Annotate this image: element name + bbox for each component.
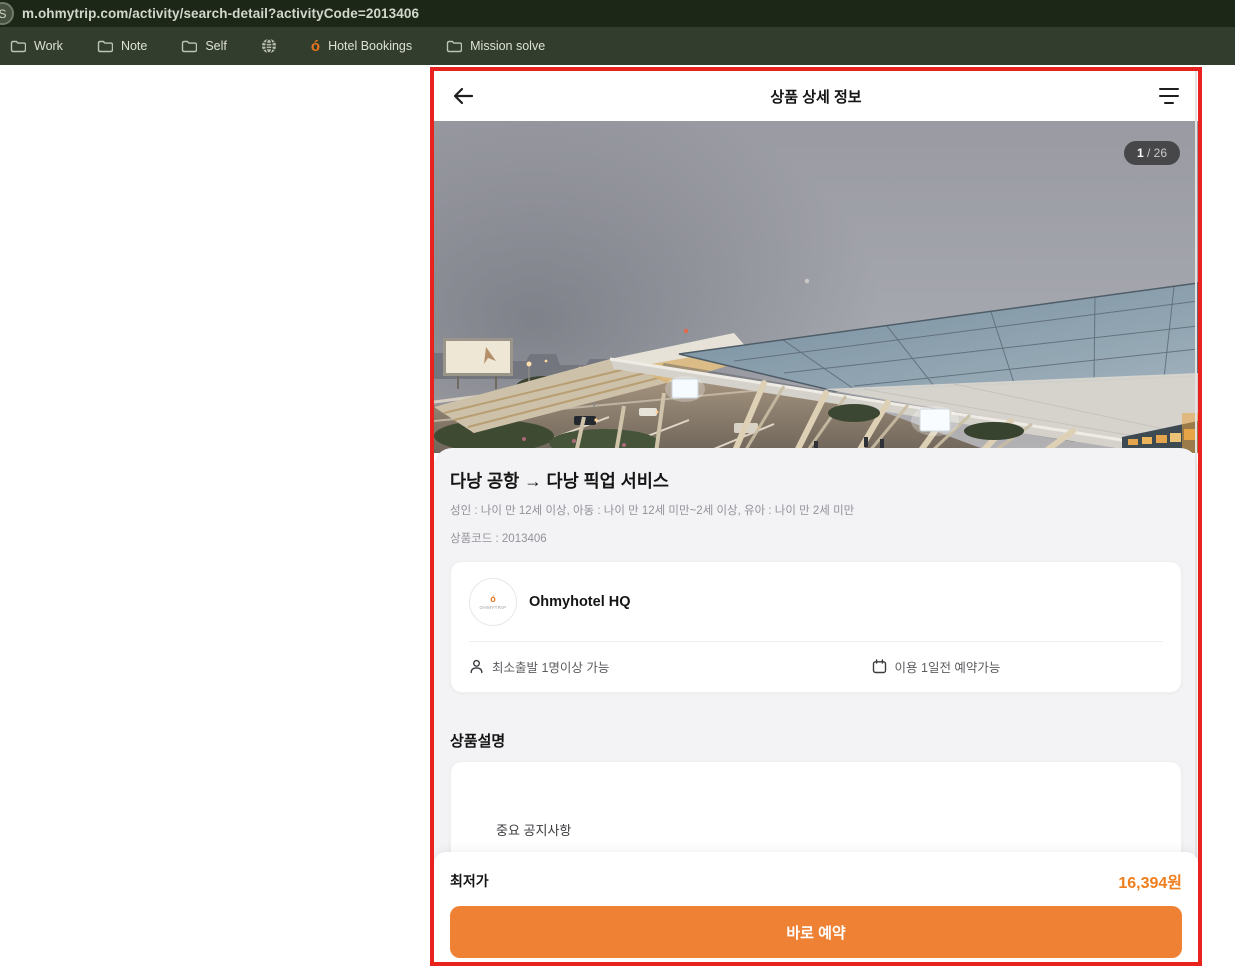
bookmark-label: Note	[120, 39, 148, 53]
airport-photo-illustration	[434, 121, 1198, 453]
min-departure-info: 최소출발 1명이상 가능	[469, 657, 872, 676]
lead-time-info: 이용 1일전 예약가능	[872, 657, 1000, 676]
gallery-counter-badge: 1 / 26	[1123, 141, 1180, 165]
bookmark-mission-solve[interactable]: Mission solve	[446, 39, 545, 53]
vendor-card: ó OHMYTRIP Ohmyhotel HQ 최소출발 1명이상 가능 이용 …	[450, 561, 1182, 693]
address-url[interactable]: m.ohmytrip.com/activity/search-detail?ac…	[22, 6, 419, 21]
bookmark-label: Mission solve	[470, 39, 546, 53]
calendar-icon	[872, 659, 886, 674]
product-detail-header: 상품 상세 정보	[434, 71, 1198, 121]
lowest-price-label: 최저가	[450, 873, 489, 889]
lowest-price-value: 16,394원	[1118, 875, 1182, 892]
bookmark-globe[interactable]	[261, 38, 277, 54]
tab-favicon-icon: S	[0, 2, 14, 25]
product-title: 다낭 공항 → 다낭 픽업 서비스	[450, 471, 669, 491]
arrow-left-icon	[453, 87, 474, 105]
bookmark-work[interactable]: Work	[10, 39, 63, 53]
folder-icon	[446, 40, 463, 53]
bookmark-self[interactable]: Self	[181, 39, 227, 53]
product-age-note: 성인 : 나이 만 12세 이상, 아동 : 나이 만 12세 미만~2세 이상…	[450, 505, 855, 517]
divider	[469, 641, 1163, 642]
screen: S m.ohmytrip.com/activity/search-detail?…	[0, 0, 1235, 970]
vendor-name: Ohmyhotel HQ	[529, 594, 631, 610]
globe-icon	[261, 38, 277, 54]
folder-icon	[10, 40, 26, 53]
menu-icon[interactable]	[1158, 88, 1180, 104]
red-annotation-frame: 상품 상세 정보 1 / 26 다낭 공항 → 다낭 픽업 서비스 성인: 나…	[430, 67, 1202, 966]
mobile-viewport: 상품 상세 정보 1 / 26 다낭 공항 → 다낭 픽업 서비스 성인: 나…	[434, 71, 1198, 962]
vendor-logo-icon: ó OHMYTRIP	[469, 578, 517, 626]
person-icon	[470, 659, 483, 674]
browser-url-bar[interactable]: S m.ohmytrip.com/activity/search-detail?…	[0, 0, 1235, 27]
book-now-button[interactable]: 바로 예약	[450, 906, 1182, 958]
gallery-hero-image[interactable]: 1 / 26	[434, 121, 1198, 453]
page-title: 상품 상세 정보	[770, 88, 862, 106]
bookmark-label: Self	[205, 39, 227, 53]
gallery-total: 26	[1153, 146, 1167, 160]
product-code: 상품코드 : 2013406	[450, 533, 547, 545]
folder-icon	[181, 40, 198, 53]
bookmarks-bar: Work Note Self ó Hotel Bookings Mission …	[0, 27, 1235, 65]
bookmark-label: Hotel Bookings	[328, 39, 413, 53]
back-button[interactable]	[452, 83, 478, 109]
bookmark-label: Work	[34, 39, 63, 53]
page-background: 상품 상세 정보 1 / 26 다낭 공항 → 다낭 픽업 서비스 성인: 나…	[0, 65, 1235, 970]
bottom-booking-bar: 최저가 16,394원 바로 예약	[434, 852, 1198, 962]
scrollbar[interactable]	[1195, 71, 1197, 962]
description-heading: 상품설명	[450, 733, 506, 750]
bookmark-note[interactable]: Note	[97, 39, 147, 53]
ohmytrip-icon: ó	[310, 37, 321, 55]
bookmark-hotel-bookings[interactable]: ó Hotel Bookings	[311, 39, 412, 54]
important-notice: 중요 공지사항	[496, 823, 572, 838]
folder-icon	[97, 40, 113, 53]
gallery-current: 1	[1136, 146, 1144, 160]
